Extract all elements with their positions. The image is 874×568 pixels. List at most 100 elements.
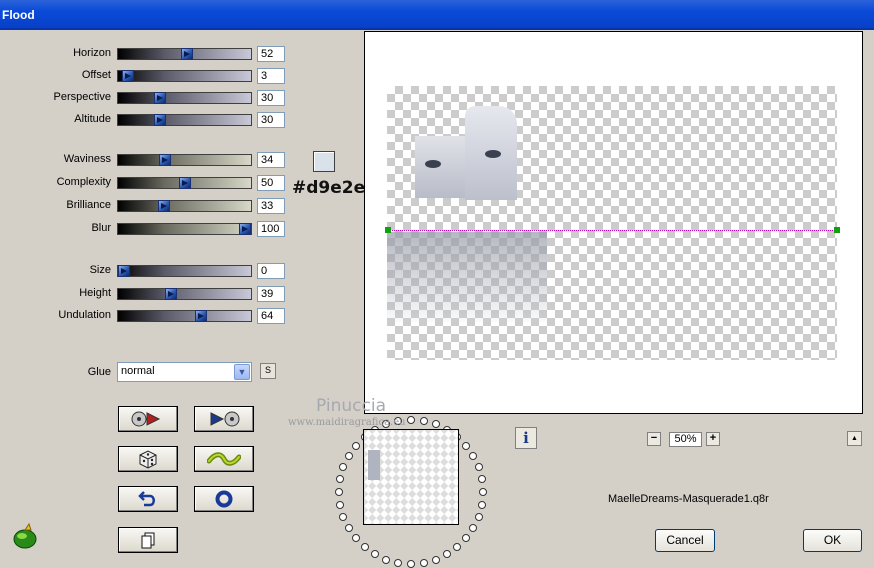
ring-icon [215, 490, 233, 508]
horizon-line [387, 230, 837, 231]
horizon-label: Horizon [73, 47, 111, 59]
perspective-slider[interactable] [117, 92, 252, 104]
offset-label: Offset [81, 69, 111, 81]
size-slider-thumb[interactable] [118, 265, 130, 277]
offset-slider-thumb[interactable] [121, 70, 134, 82]
dial-dot[interactable] [335, 488, 343, 496]
zoom-level: 50% [669, 432, 702, 447]
waviness-slider-thumb[interactable] [159, 154, 172, 166]
height-label: Height [79, 287, 111, 299]
dial-dot[interactable] [339, 463, 348, 472]
watermark-name: Pinuccia [316, 396, 386, 416]
load-preset-button[interactable] [118, 406, 178, 432]
collapse-up-button[interactable]: ▲ [847, 431, 862, 446]
dial-dot[interactable] [351, 441, 360, 450]
size-slider[interactable] [117, 265, 252, 277]
disc-play-icon [131, 411, 161, 427]
blur-value-field[interactable]: 100 [257, 221, 285, 237]
waviness-slider[interactable] [117, 154, 252, 166]
dial-dot[interactable] [344, 524, 353, 532]
dial-dot[interactable] [474, 512, 483, 521]
horizon-slider[interactable] [117, 48, 252, 60]
dial-dot[interactable] [336, 500, 345, 509]
dial-dot[interactable] [462, 441, 471, 450]
perspective-label: Perspective [53, 91, 111, 103]
altitude-value-field[interactable]: 30 [257, 112, 285, 128]
dial-dot[interactable] [371, 550, 379, 559]
brilliance-value-field[interactable]: 33 [257, 198, 285, 214]
navigator-thumbnail[interactable] [363, 429, 459, 525]
save-preset-button[interactable] [194, 406, 254, 432]
undulation-slider-thumb[interactable] [195, 310, 208, 322]
cancel-button[interactable]: Cancel [655, 529, 715, 552]
dial-dot[interactable] [339, 512, 348, 521]
perspective-value-field[interactable]: 30 [257, 90, 285, 106]
dial-dot[interactable] [419, 417, 428, 426]
blur-slider[interactable] [117, 223, 252, 235]
height-value-field[interactable]: 39 [257, 286, 285, 302]
height-slider-thumb[interactable] [165, 288, 178, 300]
ok-button[interactable]: OK [803, 529, 862, 552]
dial-dot[interactable] [469, 452, 478, 460]
perspective-slider-thumb[interactable] [154, 92, 167, 104]
dial-dot[interactable] [453, 543, 462, 552]
play-disc-icon [210, 411, 240, 427]
undulation-slider[interactable] [117, 310, 252, 322]
height-row: Height 39 [0, 286, 290, 302]
complexity-value-field[interactable]: 50 [257, 175, 285, 191]
blur-label: Blur [91, 222, 111, 234]
height-slider[interactable] [117, 288, 252, 300]
dial-dot[interactable] [344, 452, 353, 460]
size-value-field[interactable]: 0 [257, 263, 285, 279]
info-button[interactable]: i [515, 427, 537, 449]
dial-dot[interactable] [407, 560, 415, 568]
glue-s-button[interactable]: S [260, 363, 276, 379]
dial-dot[interactable] [336, 475, 345, 484]
altitude-slider-thumb[interactable] [154, 114, 167, 126]
waviness-value-field[interactable]: 34 [257, 152, 285, 168]
zoom-in-button[interactable]: + [706, 432, 720, 446]
dial-dot[interactable] [394, 558, 403, 567]
preview-canvas[interactable] [364, 31, 863, 414]
dial-dot[interactable] [431, 555, 440, 564]
dial-dot[interactable] [477, 475, 486, 484]
complexity-slider-thumb[interactable] [178, 177, 191, 189]
offset-value-field[interactable]: 3 [257, 68, 285, 84]
dial-dot[interactable] [382, 555, 391, 564]
reset-button[interactable] [194, 486, 254, 512]
horizon-value-field[interactable]: 52 [257, 46, 285, 62]
randomize-button[interactable] [118, 446, 178, 472]
horizon-handle-right[interactable] [834, 227, 840, 233]
title-bar: Flood [0, 0, 874, 30]
dial-dot[interactable] [462, 534, 471, 543]
dial-dot[interactable] [474, 463, 483, 472]
dial-dot[interactable] [469, 524, 478, 532]
dial-dot[interactable] [419, 558, 428, 567]
glue-select[interactable]: normal ▼ [117, 362, 252, 382]
undulation-value-field[interactable]: 64 [257, 308, 285, 324]
dial-dot[interactable] [351, 534, 360, 543]
dial-dot[interactable] [431, 420, 440, 429]
blur-slider-thumb[interactable] [239, 223, 251, 235]
color-swatch[interactable] [313, 151, 335, 172]
dial-dot[interactable] [477, 500, 486, 509]
dial-dot[interactable] [407, 416, 415, 424]
dial-dot[interactable] [443, 550, 451, 559]
window-title: Flood [2, 8, 35, 22]
altitude-slider[interactable] [117, 114, 252, 126]
dial-dot[interactable] [360, 543, 369, 552]
horizon-slider-thumb[interactable] [180, 48, 193, 60]
copy-button[interactable] [118, 527, 178, 553]
horizon-handle-left[interactable] [385, 227, 391, 233]
complexity-slider[interactable] [117, 177, 252, 189]
offset-slider[interactable] [117, 70, 252, 82]
undo-button[interactable] [118, 486, 178, 512]
brilliance-slider[interactable] [117, 200, 252, 212]
altitude-label: Altitude [74, 113, 111, 125]
size-label: Size [89, 264, 111, 276]
dial-dot[interactable] [479, 488, 487, 496]
brilliance-slider-thumb[interactable] [157, 200, 170, 212]
wave-button[interactable] [194, 446, 254, 472]
zoom-out-button[interactable]: − [647, 432, 661, 446]
chevron-down-icon[interactable]: ▼ [234, 364, 250, 380]
